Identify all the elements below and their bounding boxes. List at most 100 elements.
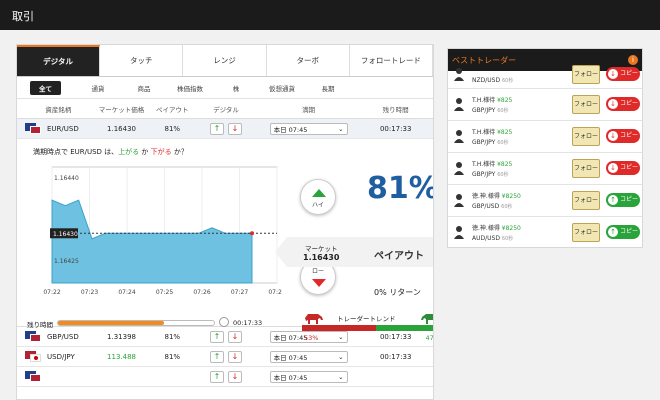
low-arrow-button[interactable]: ↓ xyxy=(228,122,242,135)
usd-jpy-flag-icon xyxy=(25,351,41,362)
trend-bar-down xyxy=(302,325,376,331)
payout-percent: 81% xyxy=(367,171,434,206)
trade-type-tabs: デジタル タッチ レンジ ターボ フォロートレード xyxy=(17,45,433,77)
trader-asset: GBP/USD 60秒 xyxy=(472,203,513,210)
trader-item: 徳.神.様得 ¥8250 GBP/USD 60秒 フォロー ↑ コピー xyxy=(448,185,642,217)
high-arrow-button[interactable]: ↑ xyxy=(210,370,224,383)
follow-button[interactable]: フォロー xyxy=(572,223,600,242)
trader-amount: ¥825 xyxy=(497,129,513,136)
trader-name-text: T.H.様待 xyxy=(472,129,496,136)
x-tick-label: 07:23 xyxy=(81,289,98,296)
copy-button[interactable]: ↑ コピー xyxy=(606,225,640,239)
expiry-select[interactable]: 本日 07:45 ⌄ xyxy=(269,370,348,383)
info-icon[interactable]: i xyxy=(628,55,638,65)
low-label: ロー xyxy=(311,268,324,275)
trader-term: 60秒 xyxy=(497,172,509,178)
expiry-value: 本日 07:45 xyxy=(273,373,308,382)
high-arrow-button[interactable]: ↑ xyxy=(210,330,224,343)
expiry-value: 本日 07:45 xyxy=(273,125,308,134)
category-currency[interactable]: 通貨 xyxy=(75,83,121,93)
trader-term: 60秒 xyxy=(501,236,514,242)
asset-cell xyxy=(17,371,92,382)
table-row[interactable]: EUR/USD 1.16430 81% ↑ ↓ 本日 07:45 ⌄ 00:17:3… xyxy=(17,119,433,139)
category-all[interactable]: 全て xyxy=(30,80,61,95)
payout: 81% xyxy=(164,332,181,341)
asset-name: EUR/USD xyxy=(47,124,79,133)
category-commodity[interactable]: 商品 xyxy=(121,83,167,93)
question-prefix: 満期時点で EUR/USD は、 xyxy=(33,148,119,156)
arrow-up-icon: ↑ xyxy=(608,227,618,237)
gbp-usd-flag-icon xyxy=(25,331,41,342)
high-label: ハイ xyxy=(312,202,324,209)
high-arrow-button[interactable]: ↑ xyxy=(210,122,224,135)
trader-amount: ¥825 xyxy=(497,161,513,168)
market-price: 1.16430 xyxy=(107,124,136,133)
triangle-up-icon xyxy=(312,189,326,197)
tab-range[interactable]: レンジ xyxy=(183,45,267,76)
asset-cell: GBP/USD xyxy=(17,331,92,342)
digital-buttons: ↑ ↓ xyxy=(193,370,259,383)
current-price-point xyxy=(250,231,254,236)
trader-term: 60秒 xyxy=(497,140,509,146)
asset-cell: EUR/USD xyxy=(17,123,92,134)
category-long-term[interactable]: 長期 xyxy=(305,83,351,93)
bear-icon xyxy=(305,314,323,324)
copy-label: コピー xyxy=(620,164,639,171)
x-tick-label: 07:26 xyxy=(193,289,210,296)
low-arrow-button[interactable]: ↓ xyxy=(228,370,242,383)
follow-button[interactable]: フォロー xyxy=(572,65,600,84)
trader-name: 徳.神.様得 ¥8250 xyxy=(472,223,521,232)
trend-title: トレーダートレンド xyxy=(337,315,396,323)
trader-list: NZD/USD 60秒 フォロー ↓ コピー T.H.様待 ¥825 GBP/JPY 60… xyxy=(448,65,642,247)
trader-term: 60秒 xyxy=(501,78,514,84)
tab-digital[interactable]: デジタル xyxy=(17,45,101,76)
copy-button[interactable]: ↓ コピー xyxy=(606,67,640,81)
copy-button[interactable]: ↓ コピー xyxy=(606,97,640,111)
payout: 81% xyxy=(164,124,181,133)
trader-item: NZD/USD 60秒 フォロー ↓ コピー xyxy=(448,65,642,89)
copy-button[interactable]: ↑ コピー xyxy=(606,193,640,207)
question-down: 下がる xyxy=(150,148,172,156)
trader-asset: GBP/JPY 60秒 xyxy=(472,139,509,146)
header-expiry: 満期 xyxy=(302,105,316,114)
follow-button[interactable]: フォロー xyxy=(572,159,600,178)
trade-detail-panel: 満期時点で EUR/USD は、上がる か 下がる か？ 1.16440 1.16… xyxy=(17,139,434,342)
header-remaining: 残り時間 xyxy=(382,105,409,114)
copy-button[interactable]: ↓ コピー xyxy=(606,161,640,175)
copy-button[interactable]: ↓ コピー xyxy=(606,129,640,143)
user-icon xyxy=(454,68,464,81)
user-icon xyxy=(454,226,464,239)
trader-asset: NZD/USD 60秒 xyxy=(472,77,513,84)
remaining-label: 残り時間 xyxy=(27,321,53,329)
expiry-select[interactable]: 本日 07:45 ⌄ xyxy=(269,122,348,135)
low-arrow-button[interactable]: ↓ xyxy=(228,350,242,363)
follow-button[interactable]: フォロー xyxy=(572,191,600,210)
chevron-down-icon: ⌄ xyxy=(338,372,344,381)
flag-icon xyxy=(25,371,41,382)
high-arrow-button[interactable]: ↑ xyxy=(210,350,224,363)
tab-follow-trade[interactable]: フォロートレード xyxy=(349,45,433,76)
follow-button[interactable]: フォロー xyxy=(572,95,600,114)
tab-touch[interactable]: タッチ xyxy=(100,45,184,76)
arrow-down-icon: ↓ xyxy=(608,131,618,141)
market-price-value: 1.16430 xyxy=(303,253,340,262)
expiry-select[interactable]: 本日 07:45 ⌄ xyxy=(269,350,348,363)
trader-name-text: T.H.様待 xyxy=(472,161,496,168)
category-crypto[interactable]: 仮想通貨 xyxy=(259,83,305,93)
arrow-down-icon: ↓ xyxy=(608,69,618,79)
expiry-value: 本日 07:45 xyxy=(273,353,308,362)
x-tick-label: 07:25 xyxy=(156,289,173,296)
high-button[interactable] xyxy=(300,179,336,215)
trader-asset-name: GBP/USD xyxy=(472,203,500,210)
table-row[interactable]: USD/JPY 113.488 81% ↑ ↓ 本日 07:45 ⌄ 00:17:3… xyxy=(17,347,433,367)
category-stock[interactable]: 株 xyxy=(213,83,259,93)
trader-item: T.H.様待 ¥825 GBP/JPY 60秒 フォロー ↓ コピー xyxy=(448,153,642,185)
category-index[interactable]: 株価指数 xyxy=(167,83,213,93)
trader-asset: AUD/USD 60秒 xyxy=(472,235,513,242)
low-arrow-button[interactable]: ↓ xyxy=(228,330,242,343)
table-row[interactable]: ↑ ↓ 本日 07:45 ⌄ xyxy=(17,367,433,387)
tab-turbo[interactable]: ターボ xyxy=(266,45,350,76)
follow-button[interactable]: フォロー xyxy=(572,127,600,146)
expiry-cell: 本日 07:45 ⌄ xyxy=(259,350,359,363)
bull-icon xyxy=(421,314,433,324)
